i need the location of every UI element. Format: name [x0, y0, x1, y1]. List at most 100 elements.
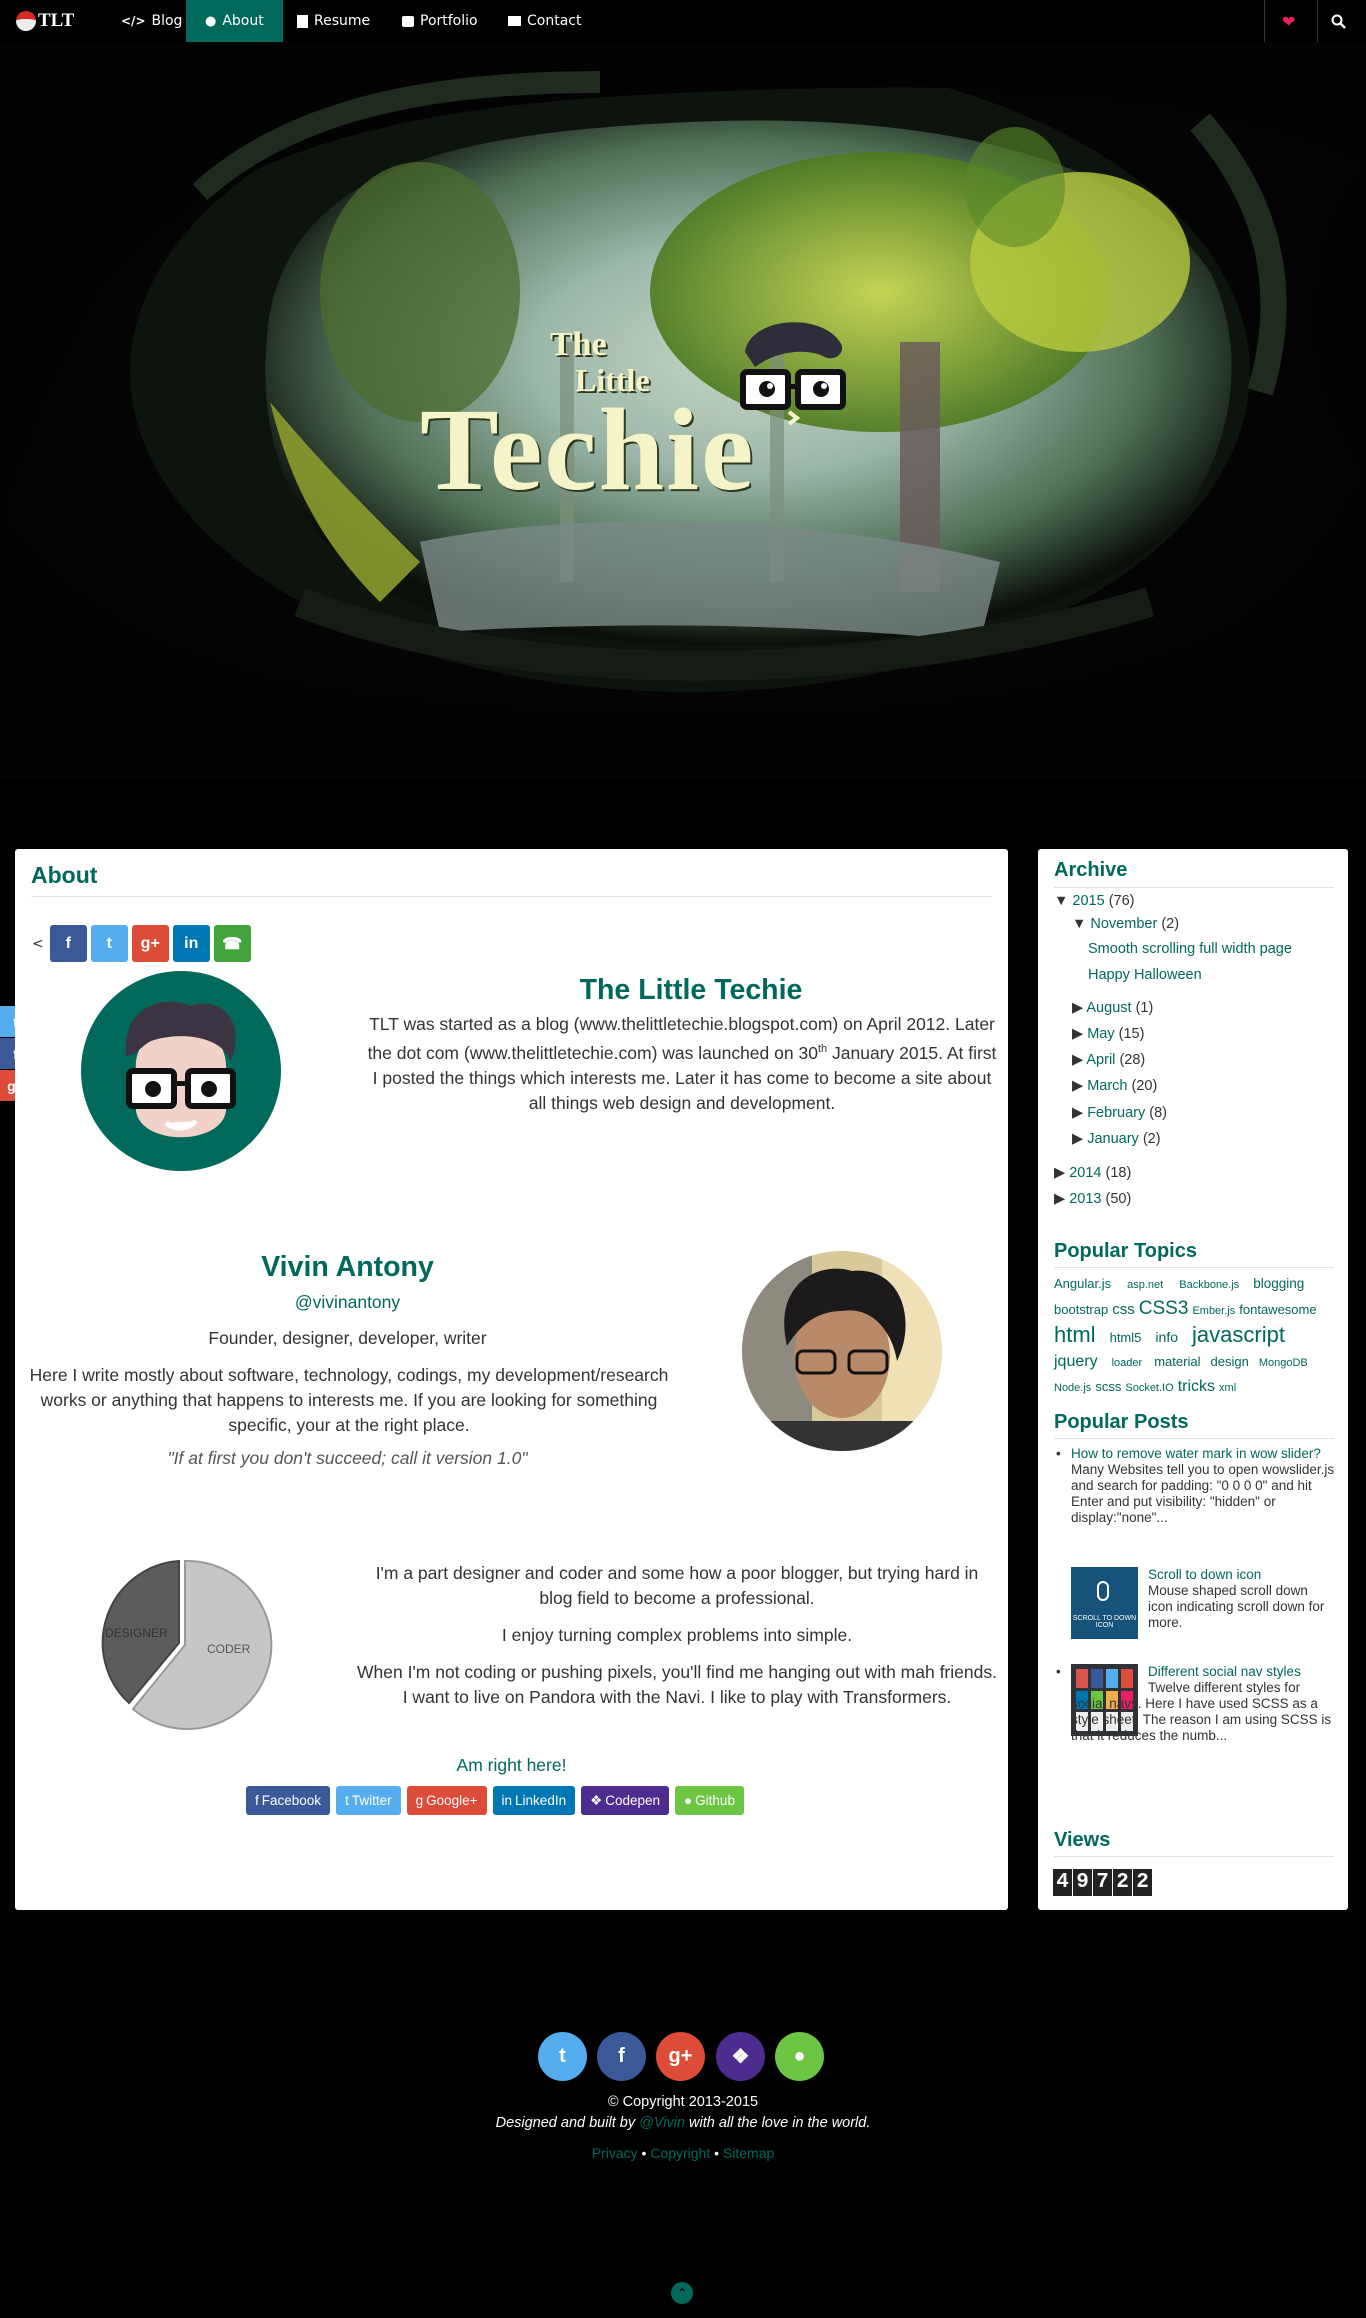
- post-title-link[interactable]: How to remove water mark in wow slider?: [1071, 1446, 1321, 1461]
- views-divider: [1054, 1856, 1334, 1857]
- google-plus-button[interactable]: g Google+: [406, 1786, 487, 1815]
- author-handle-link[interactable]: @vivinantony: [15, 1292, 680, 1313]
- tag-link[interactable]: Angular.js: [1054, 1276, 1111, 1291]
- share-icon: <: [32, 935, 44, 952]
- archive-post-link[interactable]: Happy Halloween: [1088, 967, 1202, 983]
- share-bar: < f t g+ in ☎: [32, 925, 251, 962]
- archive-year-2015[interactable]: ▼ 2015 (76): [1054, 893, 1134, 909]
- share-linkedin-button[interactable]: in: [172, 925, 210, 962]
- archive-month-november[interactable]: ▼ November (2): [1072, 916, 1179, 932]
- tag-link[interactable]: html: [1054, 1322, 1096, 1347]
- pie-label-designer: DESIGNER: [105, 1626, 168, 1640]
- footer-twitter-icon[interactable]: t: [538, 2032, 587, 2081]
- file-icon: [297, 14, 308, 28]
- tag-link[interactable]: blogging: [1253, 1276, 1304, 1291]
- search-icon[interactable]: [1331, 0, 1346, 42]
- post-title-link[interactable]: Different social nav styles: [1148, 1664, 1336, 1680]
- author-name: Vivin Antony: [261, 1251, 434, 1283]
- share-twitter-button[interactable]: t: [90, 925, 128, 962]
- tag-link[interactable]: css: [1112, 1301, 1135, 1318]
- tag-link[interactable]: Socket.IO: [1125, 1382, 1173, 1394]
- heart-icon[interactable]: ❤: [1282, 0, 1295, 42]
- share-whatsapp-button[interactable]: ☎: [213, 925, 251, 962]
- archive-month-january[interactable]: ▶ January (2): [1072, 1131, 1161, 1147]
- footer-credit: Designed and built by @Vivin with all th…: [495, 2115, 871, 2131]
- tag-link[interactable]: scss: [1095, 1379, 1121, 1394]
- share-google-plus-button[interactable]: g+: [131, 925, 169, 962]
- tag-link[interactable]: asp.net: [1127, 1279, 1163, 1291]
- archive-post-link[interactable]: Smooth scrolling full width page: [1088, 941, 1292, 957]
- tag-link[interactable]: design: [1211, 1354, 1249, 1369]
- santa-hat-icon: [16, 11, 36, 31]
- tag-link[interactable]: Ember.js: [1192, 1305, 1235, 1317]
- nav-item-blog[interactable]: </> Blog: [121, 0, 182, 42]
- triangle-down-icon: ▼: [1054, 893, 1069, 909]
- archive-year-2014[interactable]: ▶ 2014 (18): [1054, 1165, 1131, 1181]
- archive-year-2013[interactable]: ▶ 2013 (50): [1054, 1191, 1131, 1207]
- tag-link[interactable]: material: [1154, 1354, 1200, 1369]
- code-icon: </>: [121, 14, 146, 28]
- tag-link[interactable]: info: [1155, 1329, 1178, 1345]
- footer-links: Privacy • Copyright • Sitemap: [591, 2145, 775, 2161]
- nav-item-portfolio[interactable]: Portfolio: [402, 0, 478, 42]
- views-digit: 9: [1073, 1869, 1092, 1896]
- hero-bottom-band: [0, 780, 1366, 848]
- archive-month-february[interactable]: ▶ February (8): [1072, 1105, 1167, 1121]
- hero-banner: The Little Techie: [0, 42, 1366, 780]
- about-text-3: When I'm not coding or pushing pixels, y…: [357, 1662, 997, 1707]
- author-quote: "If at first you don't succeed; call it …: [167, 1448, 528, 1468]
- navbar: TLT </> Blog ● About Resume Portfolio Cont…: [0, 0, 1366, 42]
- post-excerpt: Mouse shaped scroll down icon indicating…: [1148, 1583, 1325, 1630]
- tag-link[interactable]: Node.js: [1054, 1382, 1091, 1394]
- footer-link-sitemap[interactable]: Sitemap: [723, 2145, 774, 2161]
- brand-logo[interactable]: TLT: [16, 6, 74, 36]
- tag-link[interactable]: bootstrap: [1054, 1302, 1108, 1317]
- post-thumbnail-scroll[interactable]: SCROLL TO DOWN ICON: [1071, 1567, 1138, 1639]
- sidebar: Archive ▼ 2015 (76) ▼ November (2) Smoot…: [1038, 849, 1348, 1910]
- triangle-right-icon: ▶: [1072, 1105, 1084, 1121]
- back-to-top-chevron-up-icon[interactable]: ⌃: [671, 2282, 693, 2304]
- tag-link[interactable]: Backbone.js: [1179, 1279, 1239, 1291]
- briefcase-icon: [402, 15, 414, 27]
- post-title-link[interactable]: Scroll to down icon: [1148, 1567, 1336, 1583]
- archive-month-may[interactable]: ▶ May (15): [1072, 1026, 1144, 1042]
- nav-item-contact[interactable]: Contact: [508, 0, 581, 42]
- footer-link-privacy[interactable]: Privacy: [592, 2145, 638, 2161]
- linkedin-button[interactable]: in LinkedIn: [492, 1786, 576, 1815]
- tag-link[interactable]: xml: [1219, 1382, 1236, 1394]
- copyright-icon: ©: [607, 2094, 619, 2110]
- skills-pie-chart: DESIGNER CODER: [101, 1559, 273, 1730]
- mascot-avatar: [81, 971, 281, 1171]
- nav-item-resume[interactable]: Resume: [297, 0, 370, 42]
- tag-link[interactable]: MongoDB: [1259, 1357, 1308, 1369]
- archive-divider: [1054, 887, 1334, 888]
- archive-month-august[interactable]: ▶ August (1): [1072, 1000, 1153, 1016]
- archive-month-march[interactable]: ▶ March (20): [1072, 1078, 1157, 1094]
- footer-facebook-icon[interactable]: f: [597, 2032, 646, 2081]
- footer-github-icon[interactable]: ●: [775, 2032, 824, 2081]
- popular-post-1: • How to remove water mark in wow slider?…: [1054, 1446, 1336, 1526]
- codepen-button[interactable]: ❖ Codepen: [581, 1786, 670, 1815]
- triangle-right-icon: ▶: [1072, 1026, 1084, 1042]
- about-text-1: I'm a part designer and coder and some h…: [375, 1563, 979, 1608]
- footer-link-copyright[interactable]: Copyright: [650, 2145, 710, 2161]
- tag-link[interactable]: loader: [1112, 1357, 1143, 1369]
- triangle-right-icon: ▶: [1054, 1165, 1066, 1181]
- tag-link[interactable]: CSS3: [1139, 1298, 1189, 1319]
- footer-author-link[interactable]: @Vivin: [639, 2115, 685, 2131]
- nav-item-about[interactable]: ● About: [186, 0, 283, 42]
- envelope-icon: [508, 16, 521, 26]
- footer-codepen-icon[interactable]: ❖: [716, 2032, 765, 2081]
- archive-month-april[interactable]: ▶ April (28): [1072, 1052, 1145, 1068]
- tag-link[interactable]: html5: [1110, 1330, 1142, 1345]
- facebook-button[interactable]: f Facebook: [246, 1786, 331, 1815]
- github-button[interactable]: ● Github: [675, 1786, 744, 1815]
- footer-google-plus-icon[interactable]: g+: [656, 2032, 705, 2081]
- tag-link[interactable]: tricks: [1178, 1378, 1215, 1395]
- share-facebook-button[interactable]: f: [49, 925, 87, 962]
- tag-link[interactable]: jquery: [1054, 1353, 1098, 1370]
- nav-divider: [1317, 0, 1318, 42]
- twitter-button[interactable]: t Twitter: [336, 1786, 401, 1815]
- tag-link[interactable]: javascript: [1192, 1322, 1285, 1347]
- tag-link[interactable]: fontawesome: [1239, 1302, 1316, 1317]
